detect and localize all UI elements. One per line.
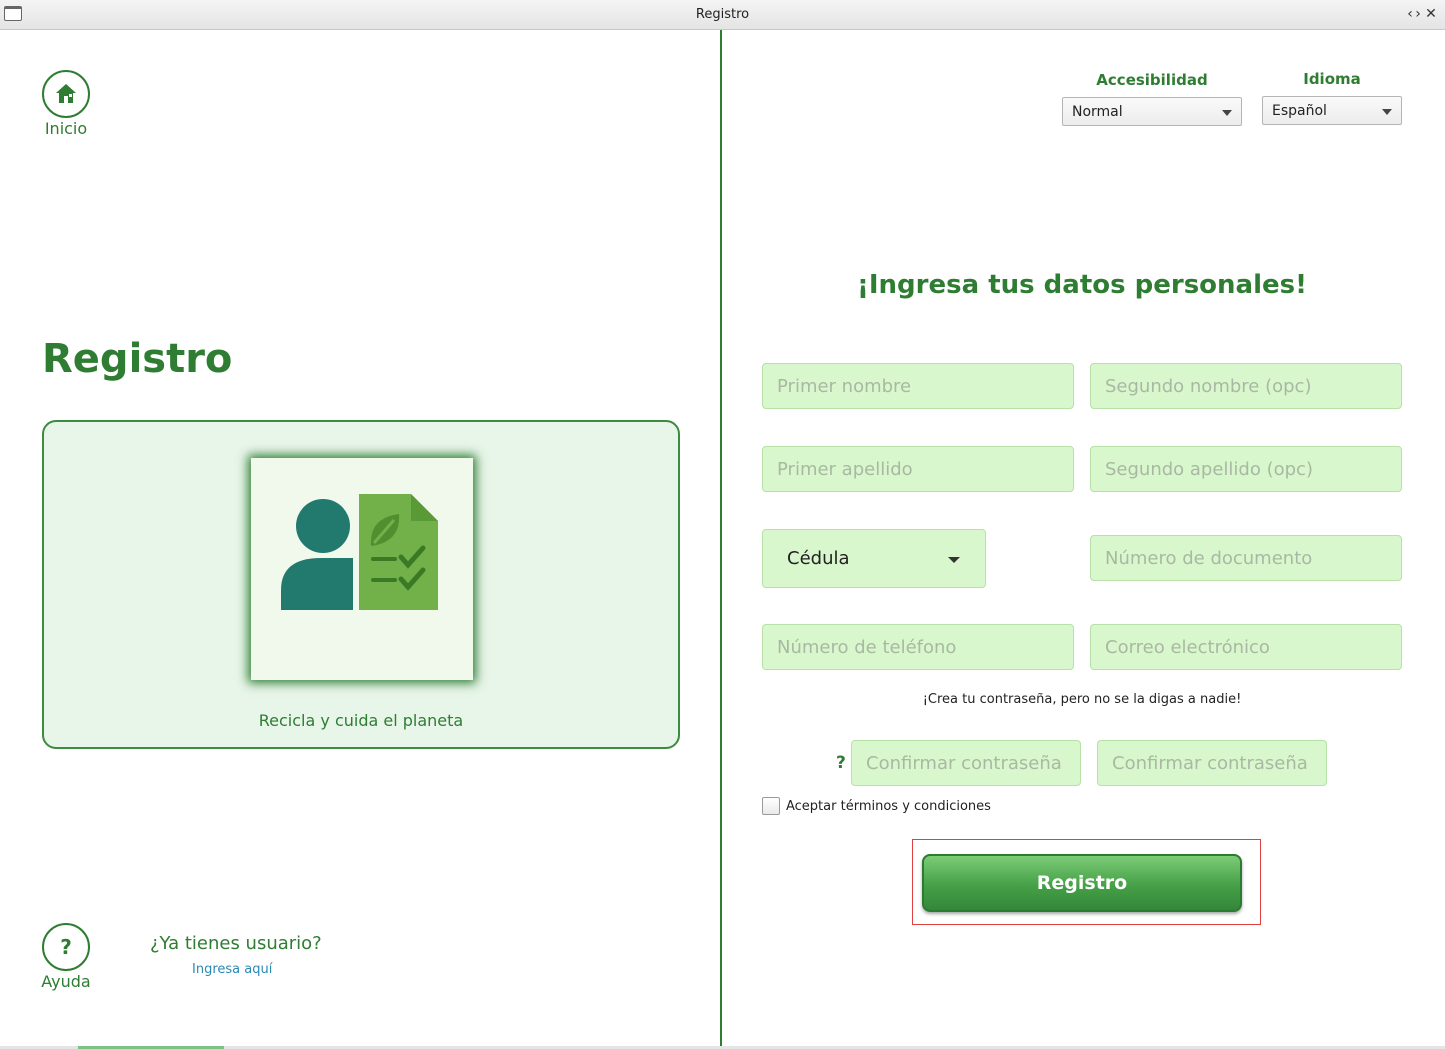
accessibility-value: Normal bbox=[1072, 104, 1123, 120]
document-type-value: Cédula bbox=[787, 548, 850, 569]
help-button[interactable]: ? bbox=[42, 923, 90, 971]
document-type-select[interactable]: Cédula bbox=[762, 529, 986, 588]
close-icon[interactable]: ✕ bbox=[1422, 5, 1440, 23]
help-label[interactable]: Ayuda bbox=[36, 972, 96, 991]
confirm-password-field[interactable]: Confirmar contraseña bbox=[1097, 740, 1327, 786]
question-icon: ? bbox=[60, 935, 72, 959]
page-title: Registro bbox=[42, 336, 233, 382]
first-surname-field[interactable]: Primer apellido bbox=[762, 446, 1074, 492]
second-name-field[interactable]: Segundo nombre (opc) bbox=[1090, 363, 1402, 409]
panel-divider bbox=[720, 30, 722, 1049]
terms-checkbox[interactable] bbox=[762, 797, 780, 815]
language-value: Español bbox=[1272, 103, 1327, 119]
password-help-icon[interactable]: ? bbox=[836, 753, 846, 773]
first-name-field[interactable]: Primer nombre bbox=[762, 363, 1074, 409]
accessibility-select[interactable]: Normal bbox=[1062, 97, 1242, 126]
terms-label[interactable]: Aceptar términos y condiciones bbox=[786, 799, 991, 814]
second-surname-field[interactable]: Segundo apellido (opc) bbox=[1090, 446, 1402, 492]
email-field[interactable]: Correo electrónico bbox=[1090, 624, 1402, 670]
card-caption: Recicla y cuida el planeta bbox=[258, 711, 464, 730]
home-button[interactable] bbox=[42, 70, 90, 118]
register-button[interactable]: Registro bbox=[922, 854, 1242, 912]
language-select[interactable]: Español bbox=[1262, 96, 1402, 125]
document-number-field[interactable]: Número de documento bbox=[1090, 535, 1402, 581]
login-question: ¿Ya tienes usuario? bbox=[150, 933, 322, 954]
window-titlebar: Registro ‹ › ✕ bbox=[0, 0, 1445, 30]
user-eco-document-icon bbox=[281, 494, 438, 610]
login-link[interactable]: Ingresa aquí bbox=[192, 962, 272, 977]
home-label[interactable]: Inicio bbox=[36, 119, 96, 138]
illustration-card: Recicla y cuida el planeta bbox=[42, 420, 680, 749]
phone-field[interactable]: Número de teléfono bbox=[762, 624, 1074, 670]
illustration-frame bbox=[251, 458, 473, 680]
home-icon bbox=[56, 84, 76, 103]
window-title: Registro bbox=[695, 7, 750, 22]
password-field[interactable]: Confirmar contraseña bbox=[851, 740, 1081, 786]
language-label: Idioma bbox=[1303, 70, 1361, 88]
terms-row[interactable]: Aceptar términos y condiciones bbox=[762, 797, 991, 815]
chevron-down-icon bbox=[1222, 110, 1232, 116]
password-hint: ¡Crea tu contraseña, pero no se la digas… bbox=[922, 692, 1242, 707]
form-heading: ¡Ingresa tus datos personales! bbox=[857, 270, 1307, 300]
chevron-down-icon bbox=[948, 557, 960, 563]
accessibility-label: Accesibilidad bbox=[1096, 71, 1208, 89]
chevron-down-icon bbox=[1382, 109, 1392, 115]
